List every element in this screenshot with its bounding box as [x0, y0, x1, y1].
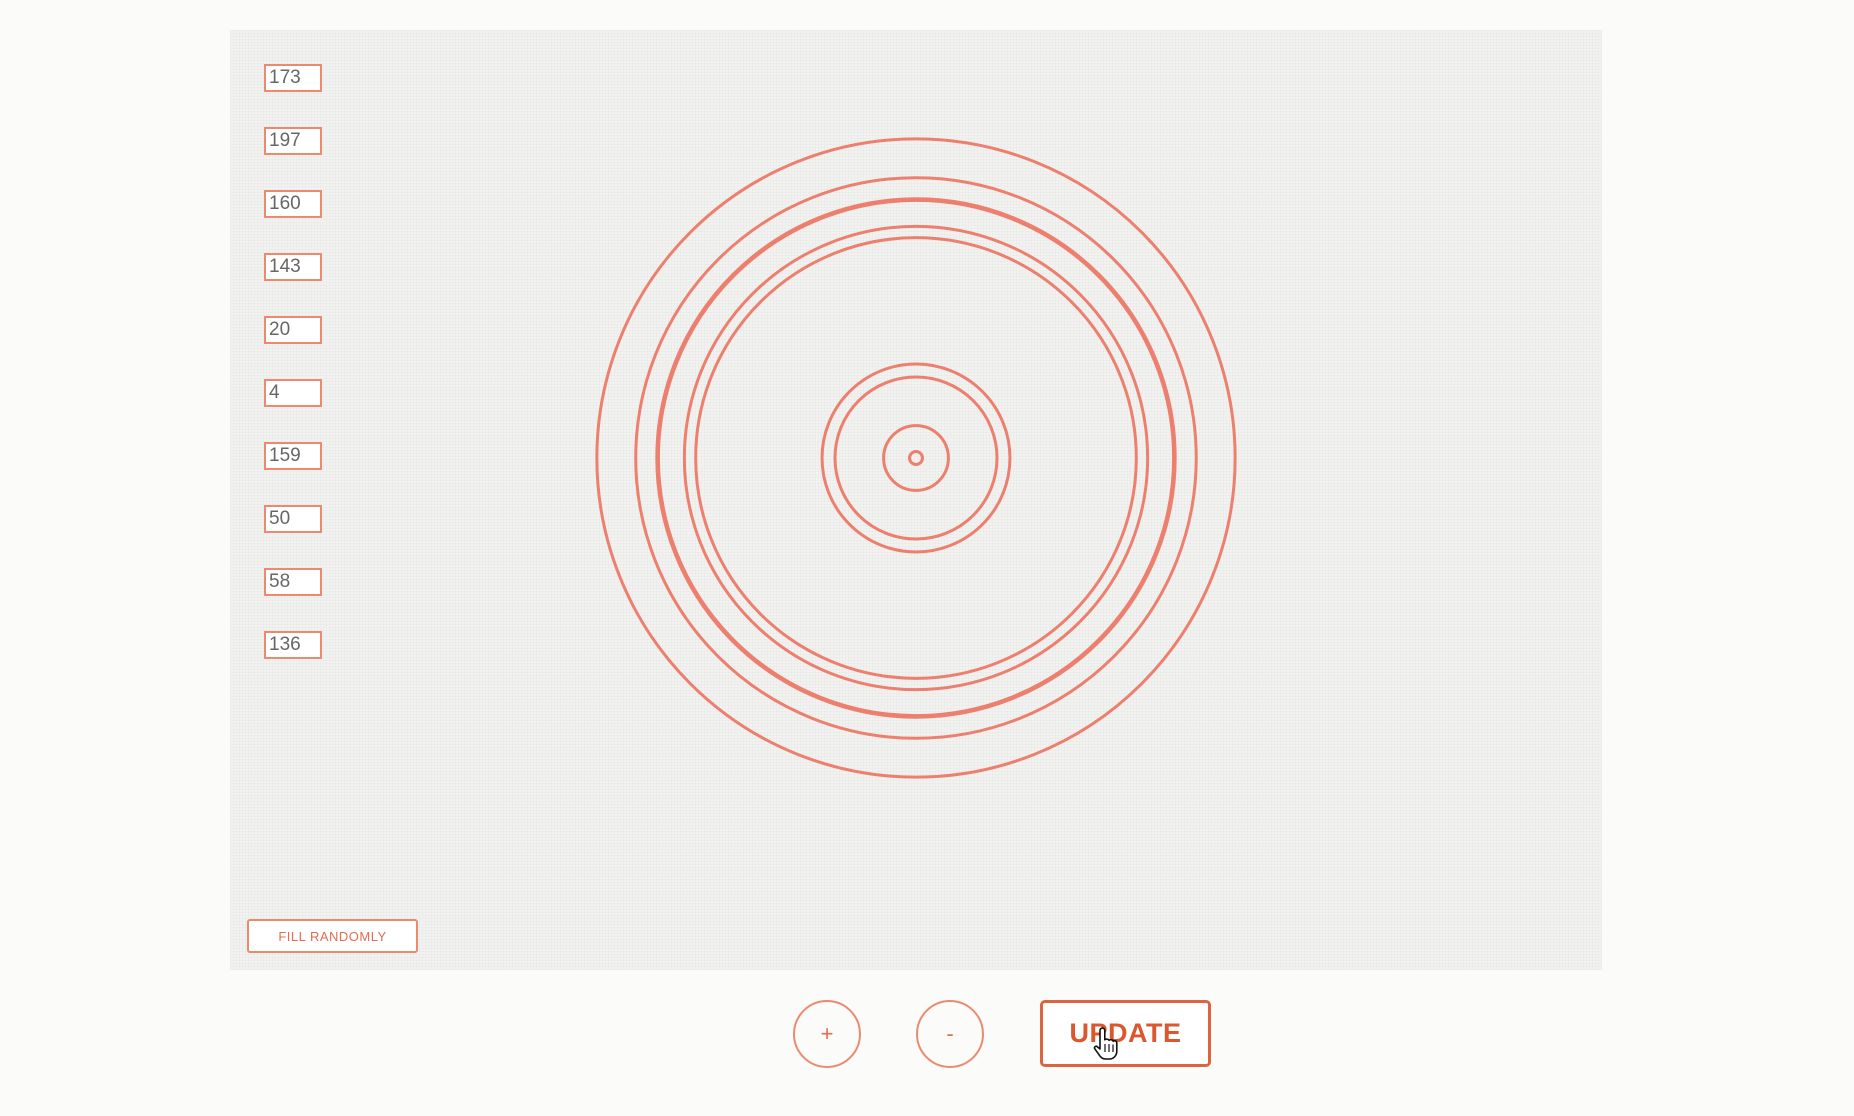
ring-9: [634, 176, 1198, 740]
add-ring-button[interactable]: +: [793, 1000, 861, 1068]
ring-1: [908, 450, 924, 466]
ring-6: [682, 224, 1150, 692]
hand-pointer-icon: [1093, 1027, 1118, 1060]
visualization-panel: Fill randomly: [230, 30, 1602, 970]
ring-7: [656, 198, 1176, 718]
app-root: Fill randomly + - UPDATE: [0, 0, 1854, 1116]
ring-5: [694, 236, 1138, 680]
update-button[interactable]: UPDATE: [1040, 1000, 1211, 1067]
remove-ring-button[interactable]: -: [916, 1000, 984, 1068]
ring-10: [595, 137, 1237, 779]
concentric-rings-graphic: [595, 137, 1237, 779]
ring-2: [882, 424, 950, 492]
ring-4: [820, 362, 1012, 554]
fill-randomly-button[interactable]: Fill randomly: [247, 919, 418, 953]
ring-3: [833, 375, 999, 541]
